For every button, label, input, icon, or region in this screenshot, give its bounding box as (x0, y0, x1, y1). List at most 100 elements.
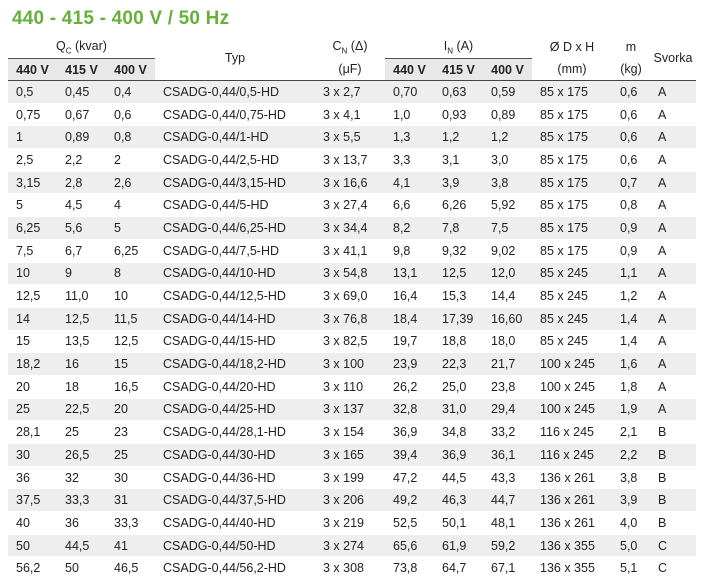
cell-in-400v: 14,4 (483, 284, 532, 308)
cell-mass: 0,9 (612, 216, 650, 240)
cell-in-400v: 3,8 (483, 171, 532, 195)
cell-typ: CSADG-0,44/6,25-HD (155, 216, 315, 240)
cell-qc-400v: 10 (106, 284, 155, 308)
cell-cn: 3 x 2,7 (315, 80, 385, 104)
cell-in-440v: 39,4 (385, 443, 434, 467)
cell-typ: CSADG-0,44/37,5-HD (155, 488, 315, 513)
cell-typ: CSADG-0,44/56,2-HD (155, 556, 315, 581)
cell-mass: 0,6 (612, 125, 650, 150)
table-row: 36 32 30 CSADG-0,44/36-HD 3 x 199 47,2 44,5 43,… (8, 466, 696, 490)
cell-in-400v: 12,0 (483, 262, 532, 286)
cell-qc-440v: 20 (8, 375, 57, 399)
qc-415v-header: 415 V (57, 58, 106, 81)
typ-header: Typ (224, 51, 246, 65)
cell-qc-400v: 41 (106, 534, 155, 558)
cell-typ: CSADG-0,44/20-HD (155, 375, 315, 399)
cell-typ: CSADG-0,44/18,2-HD (155, 352, 315, 376)
cell-mass: 1,4 (612, 330, 650, 354)
cell-dimensions: 116 x 245 (532, 443, 612, 467)
cell-qc-400v: 12,5 (106, 330, 155, 354)
cell-svorka: A (650, 216, 696, 240)
cell-qc-415v: 25 (57, 420, 106, 444)
cell-in-440v: 73,8 (385, 556, 434, 581)
cell-svorka: A (650, 284, 696, 308)
cell-svorka: B (650, 420, 696, 444)
cell-svorka: A (650, 398, 696, 422)
cell-svorka: C (650, 556, 696, 581)
cell-qc-415v: 16 (57, 352, 106, 376)
cell-dimensions: 85 x 175 (532, 103, 612, 127)
qc-header: QC (kvar) (8, 36, 155, 59)
cell-cn: 3 x 206 (315, 488, 385, 513)
cell-qc-440v: 50 (8, 534, 57, 558)
cell-svorka: A (650, 375, 696, 399)
table-body: 0,5 0,45 0,4 CSADG-0,44/0,5-HD 3 x 2,7 0,70 0,… (8, 80, 696, 581)
cell-in-415v: 31,0 (434, 398, 483, 422)
cell-typ: CSADG-0,44/15-HD (155, 330, 315, 354)
cell-qc-440v: 36 (8, 466, 57, 490)
cell-qc-415v: 50 (57, 556, 106, 581)
cell-in-415v: 18,8 (434, 330, 483, 354)
cell-qc-440v: 1 (8, 125, 57, 150)
table-row: 6,25 5,6 5 CSADG-0,44/6,25-HD 3 x 34,4 8,2 7,8… (8, 216, 696, 240)
cell-in-400v: 21,7 (483, 352, 532, 376)
cell-qc-400v: 0,8 (106, 125, 155, 150)
cell-mass: 0,6 (612, 148, 650, 172)
cell-typ: CSADG-0,44/0,75-HD (155, 103, 315, 127)
mass-unit-header: (kg) (620, 62, 642, 77)
cell-qc-415v: 12,5 (57, 307, 106, 331)
cell-qc-400v: 6,25 (106, 239, 155, 263)
cell-qc-440v: 37,5 (8, 488, 57, 513)
cell-in-400v: 0,59 (483, 80, 532, 104)
cell-mass: 1,9 (612, 398, 650, 422)
cell-svorka: A (650, 103, 696, 127)
cell-qc-440v: 7,5 (8, 239, 57, 263)
cell-in-400v: 59,2 (483, 534, 532, 558)
cell-typ: CSADG-0,44/30-HD (155, 443, 315, 467)
cell-mass: 1,2 (612, 284, 650, 308)
in-header: IN (A) (385, 36, 532, 59)
cell-in-440v: 32,8 (385, 398, 434, 422)
qc-400v-header: 400 V (106, 58, 155, 81)
cell-mass: 1,8 (612, 375, 650, 399)
cell-qc-415v: 4,5 (57, 193, 106, 218)
cell-qc-415v: 13,5 (57, 330, 106, 354)
in-400v-header: 400 V (483, 58, 532, 81)
cell-mass: 0,9 (612, 239, 650, 263)
cell-typ: CSADG-0,44/1-HD (155, 125, 315, 150)
cell-mass: 4,0 (612, 511, 650, 535)
cell-qc-400v: 0,4 (106, 80, 155, 104)
cell-svorka: A (650, 307, 696, 331)
cell-svorka: B (650, 443, 696, 467)
cell-qc-415v: 0,45 (57, 80, 106, 104)
cell-svorka: A (650, 125, 696, 150)
table-row: 20 18 16,5 CSADG-0,44/20-HD 3 x 110 26,2 25,0 2… (8, 375, 696, 399)
cell-qc-440v: 56,2 (8, 556, 57, 581)
cell-dimensions: 100 x 245 (532, 375, 612, 399)
cell-svorka: A (650, 80, 696, 104)
cell-typ: CSADG-0,44/3,15-HD (155, 171, 315, 195)
cell-qc-400v: 8 (106, 262, 155, 286)
cell-in-400v: 43,3 (483, 466, 532, 490)
dim-unit-header: (mm) (557, 62, 587, 77)
cell-qc-400v: 5 (106, 216, 155, 240)
table-row: 10 9 8 CSADG-0,44/10-HD 3 x 54,8 13,1 12,5 12,0… (8, 262, 696, 286)
cell-in-440v: 52,5 (385, 511, 434, 535)
cell-in-440v: 9,8 (385, 239, 434, 263)
cell-in-415v: 1,2 (434, 125, 483, 150)
cell-mass: 2,2 (612, 443, 650, 467)
cell-cn: 3 x 16,6 (315, 171, 385, 195)
cell-cn: 3 x 110 (315, 375, 385, 399)
svorka-header: Svorka (653, 51, 693, 65)
cell-qc-440v: 18,2 (8, 352, 57, 376)
cell-in-440v: 8,2 (385, 216, 434, 240)
cell-cn: 3 x 76,8 (315, 307, 385, 331)
table-row: 56,2 50 46,5 CSADG-0,44/56,2-HD 3 x 308 73,8 6… (8, 556, 696, 581)
cell-qc-440v: 30 (8, 443, 57, 467)
cell-qc-400v: 31 (106, 488, 155, 513)
cell-in-400v: 44,7 (483, 488, 532, 513)
cell-cn: 3 x 274 (315, 534, 385, 558)
cell-svorka: A (650, 330, 696, 354)
table-row: 3,15 2,8 2,6 CSADG-0,44/3,15-HD 3 x 16,6 4,1 3… (8, 171, 696, 195)
dim-header: Ø D x H (549, 40, 595, 55)
